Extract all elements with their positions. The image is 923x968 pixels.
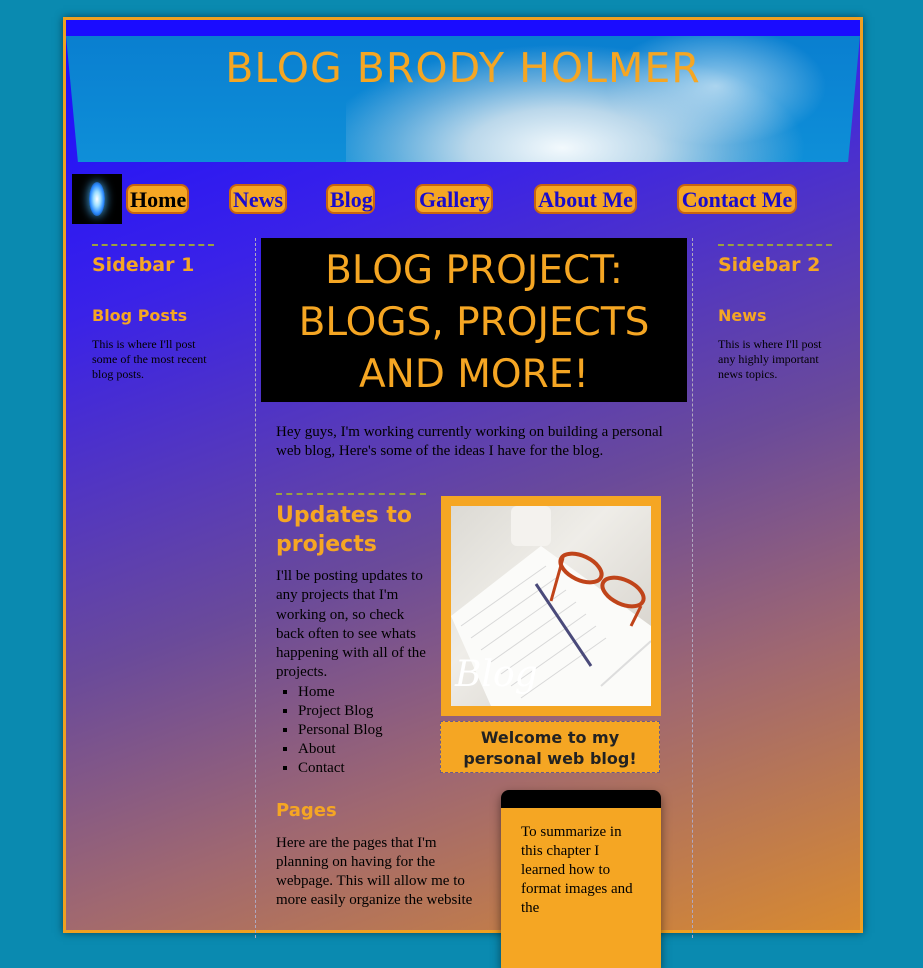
list-item: Home (298, 683, 428, 702)
mug-shape (511, 506, 551, 546)
nav-blog[interactable]: Blog (326, 184, 375, 214)
sidebar-2-title: Sidebar 2 (718, 254, 821, 276)
nav-news[interactable]: News (229, 184, 287, 214)
blog-image: Blog (451, 506, 651, 706)
nav-about-me[interactable]: About Me (534, 184, 637, 214)
sidebar-2: Sidebar 2 News This is where I'll post a… (718, 244, 832, 382)
page-headline: BLOG PROJECT: BLOGS, PROJECTS AND MORE! (261, 238, 687, 402)
updates-title: Updates to projects (276, 503, 413, 557)
blog-image-frame: Blog (441, 496, 661, 716)
updates-text: I'll be posting updates to any projects … (276, 568, 426, 681)
logo[interactable] (72, 174, 122, 224)
summary-card: To summarize in this chapter I learned h… (501, 790, 661, 968)
list-item: Personal Blog (298, 721, 428, 740)
list-item: Contact (298, 759, 428, 778)
list-item: About (298, 740, 428, 759)
welcome-caption: Welcome to my personal web blog! (440, 721, 660, 773)
page-container: BLOG BRODY HOLMER Home News Blog Gallery… (63, 17, 863, 968)
summary-text: To summarize in this chapter I learned h… (521, 824, 633, 916)
divider (92, 244, 214, 246)
portal-icon (89, 182, 105, 216)
pages-text: Here are the pages that I'm planning on … (276, 835, 473, 908)
pages-title: Pages (276, 800, 337, 821)
nav-contact-me[interactable]: Contact Me (677, 184, 797, 214)
nav-gallery[interactable]: Gallery (415, 184, 493, 214)
image-caption-text: Blog (455, 654, 538, 695)
sidebar-2-subtitle: News (718, 306, 767, 325)
sidebar-1-subtitle: Blog Posts (92, 306, 188, 325)
page-list: Home Project Blog Personal Blog About Co… (276, 683, 428, 778)
sidebar-1-title: Sidebar 1 (92, 254, 195, 276)
nav-home[interactable]: Home (126, 184, 189, 214)
main-content: BLOG PROJECT: BLOGS, PROJECTS AND MORE! … (255, 238, 693, 968)
list-item: Project Blog (298, 702, 428, 721)
sidebar-1-text: This is where I'll post some of the most… (92, 337, 207, 381)
sidebar-1: Sidebar 1 Blog Posts This is where I'll … (92, 244, 214, 382)
top-strip (66, 20, 860, 36)
divider (276, 493, 426, 495)
intro-text: Hey guys, I'm working currently working … (276, 424, 663, 459)
sidebar-2-text: This is where I'll post any highly impor… (718, 337, 822, 381)
site-title: BLOG BRODY HOLMER (225, 44, 701, 92)
divider (718, 244, 832, 246)
updates-section: Updates to projects I'll be posting upda… (276, 493, 428, 778)
